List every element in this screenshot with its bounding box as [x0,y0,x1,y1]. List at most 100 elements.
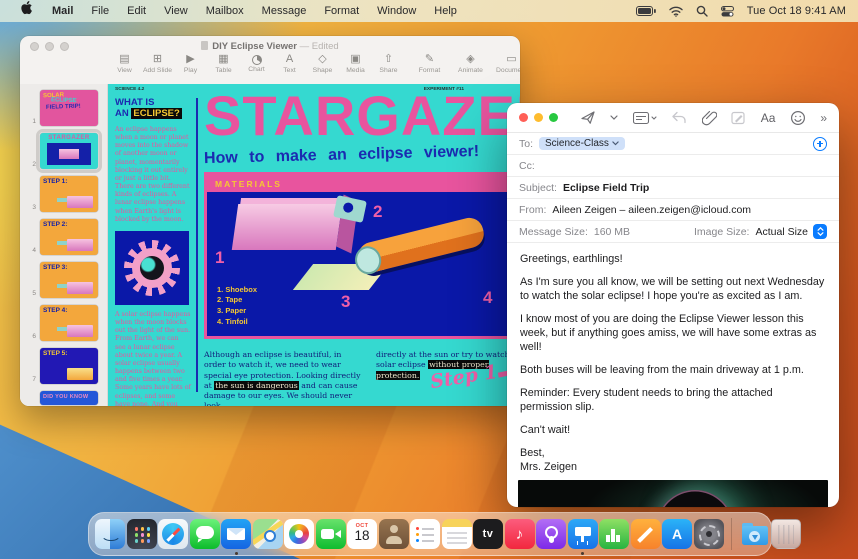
subject-field[interactable]: Subject: Eclipse Field Trip [507,177,839,199]
attach-file-button[interactable] [701,110,717,126]
image-size-value: Actual Size [755,225,808,238]
dock-icon-numbers[interactable] [599,519,629,549]
text-icon: A [285,53,294,65]
menu-item-mail[interactable]: Mail [43,0,82,22]
dock-icon-maps[interactable] [252,519,283,549]
add-recipient-button[interactable] [813,136,827,151]
emoji-button[interactable] [790,110,806,126]
dock-icon-app-store[interactable]: A [662,519,692,549]
zoom-button[interactable] [549,113,558,122]
stepper-chevrons-icon [813,224,827,239]
slide-thumbnail-2-selected[interactable]: 2 STARGAZER [26,129,107,173]
dock-icon-reminders[interactable] [410,519,440,549]
send-options-chevron-icon[interactable] [610,115,619,120]
dock-icon-finder[interactable] [95,519,125,549]
toolbar-document-button[interactable]: ▭Document [495,53,520,74]
dock-icon-system-settings[interactable] [693,519,724,549]
toolbar-animate-button[interactable]: ◈ Animate [454,53,487,74]
dock-icon-facetime[interactable] [315,519,346,549]
control-center-icon[interactable] [720,5,734,17]
keynote-titlebar[interactable]: DIY Eclipse Viewer — Edited [20,36,520,53]
message-size-row: Message Size: 160 MB Image Size: Actual … [507,221,839,243]
toolbar-share-button[interactable]: ⇧ Share [372,53,405,74]
battery-icon[interactable] [635,6,656,16]
recipient-token[interactable]: Science-Class [539,137,625,150]
minimize-button[interactable] [534,113,543,122]
header-fields-button[interactable] [632,111,657,125]
reply-icon[interactable] [671,111,687,124]
toolbar-view-button[interactable]: ▤ View [108,53,141,74]
toolbar-add-slide-button[interactable]: ⊞ Add Slide [141,53,174,74]
dock-icon-podcasts[interactable] [536,519,566,549]
dock-separator [731,518,732,550]
menu-item-window[interactable]: Window [368,0,425,22]
slide-science-label: SCIENCE 4.2 [115,87,145,92]
animate-icon: ◈ [466,53,475,65]
menu-item-message[interactable]: Message [253,0,316,22]
send-button[interactable] [580,110,596,125]
materials-number-2: 2 [373,202,383,221]
menu-item-view[interactable]: View [155,0,197,22]
keynote-window: DIY Eclipse Viewer — Edited ▤ View ⊞ Add S… [20,36,520,406]
dock-icon-contacts[interactable] [378,519,409,549]
to-field[interactable]: To: Science-Class [507,133,839,155]
slide-thumbnail-7[interactable]: 7 STEP 5: [26,348,107,384]
slide-thumbnail-3[interactable]: 3 STEP 1: [26,176,107,212]
menu-item-mailbox[interactable]: Mailbox [197,0,253,22]
dock-icon-safari[interactable] [158,519,188,549]
spotlight-search-icon[interactable] [696,5,708,17]
eclipse-photo-attachment[interactable] [518,480,828,507]
slide-navigator[interactable]: 1 SOLAR ECLIPSE FIELD TRIP! 2 STARGAZER 3 … [20,84,108,406]
mail-toolbar[interactable]: Aa » [507,103,839,133]
dock-icon-notes[interactable] [441,519,472,549]
toolbar-play-button[interactable]: ▶ Play [174,53,207,74]
dock-icon-apple-tv[interactable]: tv [473,519,503,549]
desktop: Mail File Edit View Mailbox Message Form… [0,0,858,559]
dock-icon-calendar[interactable]: OCT 18 [347,519,377,549]
view-icon: ▤ [119,53,130,65]
toolbar-shape-button[interactable]: ◇ Shape [306,53,339,74]
slide-canvas[interactable]: SCIENCE 4.2 EXPERIMENT #11 WHAT IS AN EC… [108,84,520,406]
dock-icon-messages[interactable] [189,519,220,549]
menu-item-format[interactable]: Format [315,0,368,22]
body-paragraph: Both buses will be leaving from the main… [520,364,804,377]
message-body[interactable]: Greetings, earthlings! As I'm sure you a… [507,243,839,478]
close-button[interactable] [519,113,528,122]
toolbar-text-button[interactable]: A Text [273,53,306,74]
subject-value: Eclipse Field Trip [562,181,650,194]
dock-icon-trash[interactable] [771,519,801,549]
dock-icon-launchpad[interactable] [126,519,157,549]
menu-item-help[interactable]: Help [425,0,466,22]
toolbar-media-button[interactable]: ▣ Media [339,53,372,74]
dock-icon-keynote[interactable] [567,519,598,555]
format-text-button[interactable]: Aa [761,111,776,125]
cc-field[interactable]: Cc: [507,155,839,177]
apple-menu[interactable] [12,0,43,23]
dock-icon-mail[interactable] [221,519,251,555]
toolbar-format-button[interactable]: ✎ Format [413,53,446,74]
slide-thumbnail-4[interactable]: 4 STEP 2: [26,219,107,255]
slide-paragraph-2: A solar eclipse happens when the moon bl… [115,310,191,406]
dock-icon-pages[interactable] [630,519,661,549]
document-icon [201,41,209,50]
markup-button[interactable] [731,111,746,125]
toolbar-overflow-button[interactable]: » [820,111,827,125]
menu-item-edit[interactable]: Edit [118,0,155,22]
toolbar-table-button[interactable]: ▦ Table [207,53,240,74]
from-field[interactable]: From: Aileen Zeigen – aileen.zeigen@iclo… [507,199,839,221]
dock-icon-photos[interactable] [284,519,314,549]
download-arrow-icon [749,531,760,542]
slide-thumbnail-6[interactable]: 6 STEP 4: [26,305,107,341]
image-size-select[interactable] [813,224,827,239]
toolbar-chart-button[interactable]: Chart [240,53,273,73]
menu-bar-clock[interactable]: Tue Oct 18 9:41 AM [747,5,846,17]
dock-icon-downloads-folder[interactable] [740,519,770,549]
signature: Best, Mrs. Zeigen [520,447,577,474]
dock-icon-music[interactable]: ♪ [504,519,535,549]
slide-thumbnail-8[interactable]: DID YOU KNOW [26,391,107,405]
menu-item-file[interactable]: File [82,0,118,22]
eclipse-moon [655,490,734,507]
slide-thumbnail-5[interactable]: 5 STEP 3: [26,262,107,298]
wifi-icon[interactable] [669,6,683,17]
slide-thumbnail-1[interactable]: 1 SOLAR ECLIPSE FIELD TRIP! [26,90,107,126]
